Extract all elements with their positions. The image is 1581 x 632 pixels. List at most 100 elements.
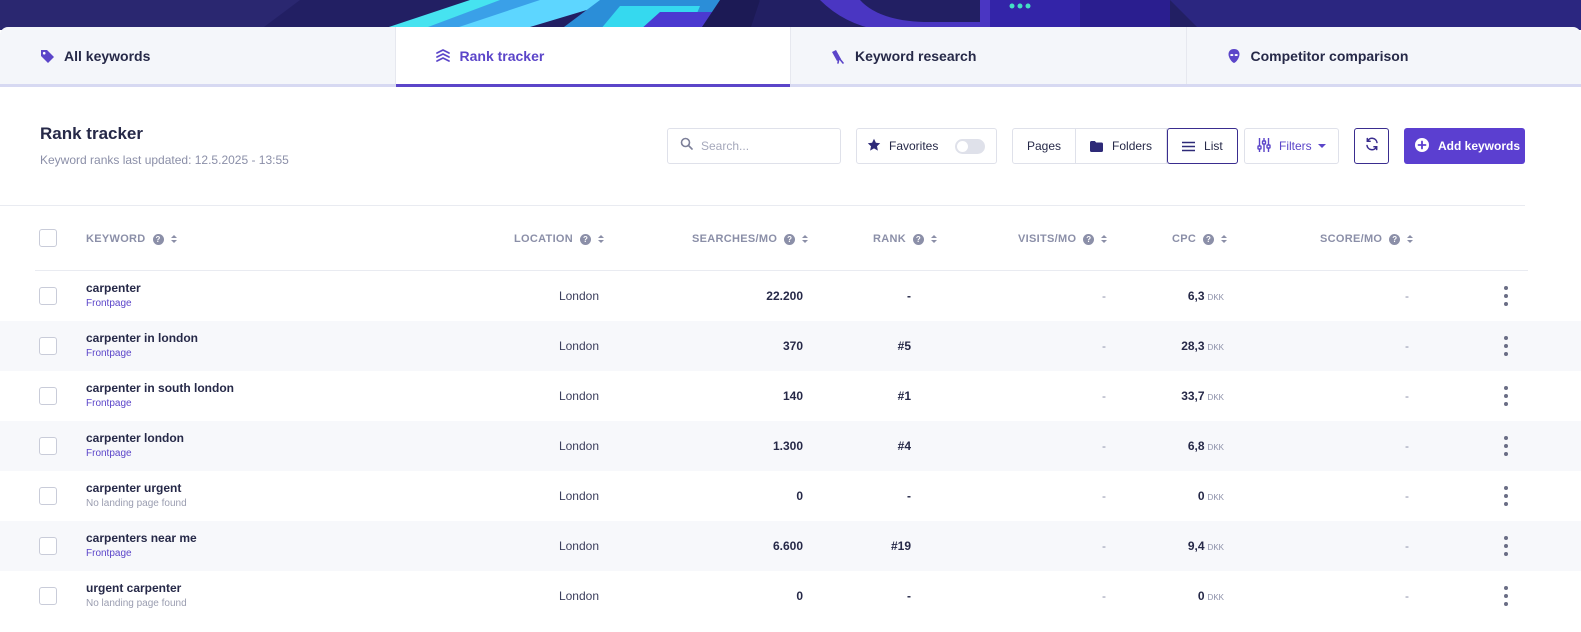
help-icon[interactable]: ? [580, 233, 592, 245]
view-folders-button[interactable]: Folders [1076, 129, 1168, 163]
star-icon [867, 138, 881, 155]
row-checkbox[interactable] [39, 437, 57, 455]
searches-cell: 0 [796, 589, 803, 603]
column-cpc[interactable]: CPC ? [1172, 233, 1228, 245]
keyword-text[interactable]: carpenter london [86, 431, 184, 445]
column-score[interactable]: SCORE/MO ? [1320, 233, 1414, 245]
tab-rank-tracker[interactable]: Rank tracker [395, 27, 791, 87]
table-row: carpenter in london Frontpage London 370… [0, 321, 1581, 371]
searches-cell: 140 [782, 389, 803, 403]
searches-cell: 6.600 [772, 539, 803, 553]
landing-page-link[interactable]: Frontpage [86, 348, 132, 359]
sort-icon[interactable] [1407, 235, 1414, 243]
column-label: SEARCHES/MO [692, 233, 778, 245]
column-visits[interactable]: VISITS/MO ? [1018, 233, 1108, 245]
plus-circle-icon [1415, 137, 1429, 155]
help-icon[interactable]: ? [1203, 233, 1215, 245]
more-vertical-icon[interactable] [1502, 586, 1510, 606]
row-checkbox[interactable] [39, 337, 57, 355]
help-icon[interactable]: ? [912, 233, 924, 245]
help-icon[interactable]: ? [152, 233, 164, 245]
sort-icon[interactable] [1221, 235, 1228, 243]
keyword-text[interactable]: urgent carpenter [86, 581, 181, 595]
keyword-text[interactable]: carpenter urgent [86, 481, 181, 495]
help-icon[interactable]: ? [784, 233, 796, 245]
landing-page-link[interactable]: Frontpage [86, 398, 132, 409]
currency-label: DKK [1207, 493, 1224, 502]
select-all-checkbox[interactable] [39, 229, 57, 247]
more-vertical-icon[interactable] [1502, 286, 1510, 306]
location-cell: London [558, 589, 599, 603]
add-keywords-button[interactable]: Add keywords [1404, 128, 1525, 164]
sort-icon[interactable] [1101, 235, 1108, 243]
help-icon[interactable]: ? [1083, 233, 1095, 245]
tab-label: Keyword research [855, 47, 977, 64]
more-vertical-icon[interactable] [1502, 436, 1510, 456]
view-pages-button[interactable]: Pages [1013, 129, 1077, 163]
more-vertical-icon[interactable] [1502, 536, 1510, 556]
sort-icon[interactable] [802, 235, 809, 243]
divider [0, 205, 1525, 206]
currency-label: DKK [1207, 593, 1224, 602]
cpc-value: 0 [1197, 489, 1205, 503]
column-label: CPC [1172, 233, 1197, 245]
tab-competitor-comparison[interactable]: Competitor comparison [1187, 27, 1581, 84]
keyword-text[interactable]: carpenter in south london [86, 381, 234, 395]
score-cell: - [1405, 289, 1409, 303]
search-icon [680, 137, 693, 155]
table-row: carpenter london Frontpage London 1.300 … [0, 421, 1581, 471]
cpc-value: 6,3 [1187, 289, 1205, 303]
cpc-cell: 0 DKK [1198, 589, 1224, 603]
searches-cell: 22.200 [766, 289, 803, 303]
more-vertical-icon[interactable] [1502, 336, 1510, 356]
filters-dropdown[interactable]: Filters [1244, 128, 1339, 164]
location-cell: London [558, 439, 599, 453]
column-location[interactable]: LOCATION ? [514, 233, 605, 245]
location-cell: London [558, 539, 599, 553]
cpc-cell: 6,8 DKK [1188, 439, 1224, 453]
refresh-button[interactable] [1354, 128, 1389, 164]
row-checkbox[interactable] [39, 537, 57, 555]
keyword-text[interactable]: carpenter [86, 281, 141, 295]
visits-cell: - [1102, 589, 1106, 603]
row-checkbox[interactable] [39, 487, 57, 505]
landing-page-link[interactable]: Frontpage [86, 448, 132, 459]
row-checkbox[interactable] [39, 587, 57, 605]
keyword-text[interactable]: carpenters near me [86, 531, 197, 545]
more-vertical-icon[interactable] [1502, 486, 1510, 506]
help-icon[interactable]: ? [1389, 233, 1401, 245]
layers-icon [434, 47, 452, 65]
search-input[interactable] [701, 139, 821, 153]
favorites-filter[interactable]: Favorites [856, 128, 997, 164]
rank-cell: #1 [897, 389, 911, 403]
location-cell: London [558, 489, 599, 503]
sort-icon[interactable] [170, 235, 177, 243]
currency-label: DKK [1207, 443, 1224, 452]
keyword-text[interactable]: carpenter in london [86, 331, 198, 345]
currency-label: DKK [1207, 393, 1224, 402]
sort-icon[interactable] [598, 235, 605, 243]
cpc-value: 28,3 [1181, 339, 1205, 353]
row-checkbox[interactable] [39, 387, 57, 405]
table-row: carpenters near me Frontpage London 6.60… [0, 521, 1581, 571]
column-rank[interactable]: RANK ? [873, 233, 937, 245]
sort-icon[interactable] [930, 235, 937, 243]
favorites-toggle[interactable] [955, 139, 985, 154]
more-vertical-icon[interactable] [1502, 386, 1510, 406]
tab-all-keywords[interactable]: All keywords [0, 27, 396, 84]
column-searches[interactable]: SEARCHES/MO ? [692, 233, 809, 245]
search-box[interactable] [667, 128, 841, 164]
visits-cell: - [1102, 439, 1106, 453]
tab-keyword-research[interactable]: Keyword research [791, 27, 1187, 84]
keyword-table-body: carpenter Frontpage London 22.200 - - 6,… [0, 271, 1581, 621]
view-list-button[interactable]: List [1167, 128, 1238, 164]
cpc-cell: 9,4 DKK [1188, 539, 1224, 553]
visits-cell: - [1102, 339, 1106, 353]
tag-icon [38, 47, 56, 65]
column-keyword[interactable]: KEYWORD ? [86, 233, 177, 245]
cpc-value: 33,7 [1181, 389, 1205, 403]
page-title: Rank tracker [40, 124, 144, 143]
landing-page-link[interactable]: Frontpage [86, 548, 132, 559]
row-checkbox[interactable] [39, 287, 57, 305]
landing-page-link[interactable]: Frontpage [86, 298, 132, 309]
